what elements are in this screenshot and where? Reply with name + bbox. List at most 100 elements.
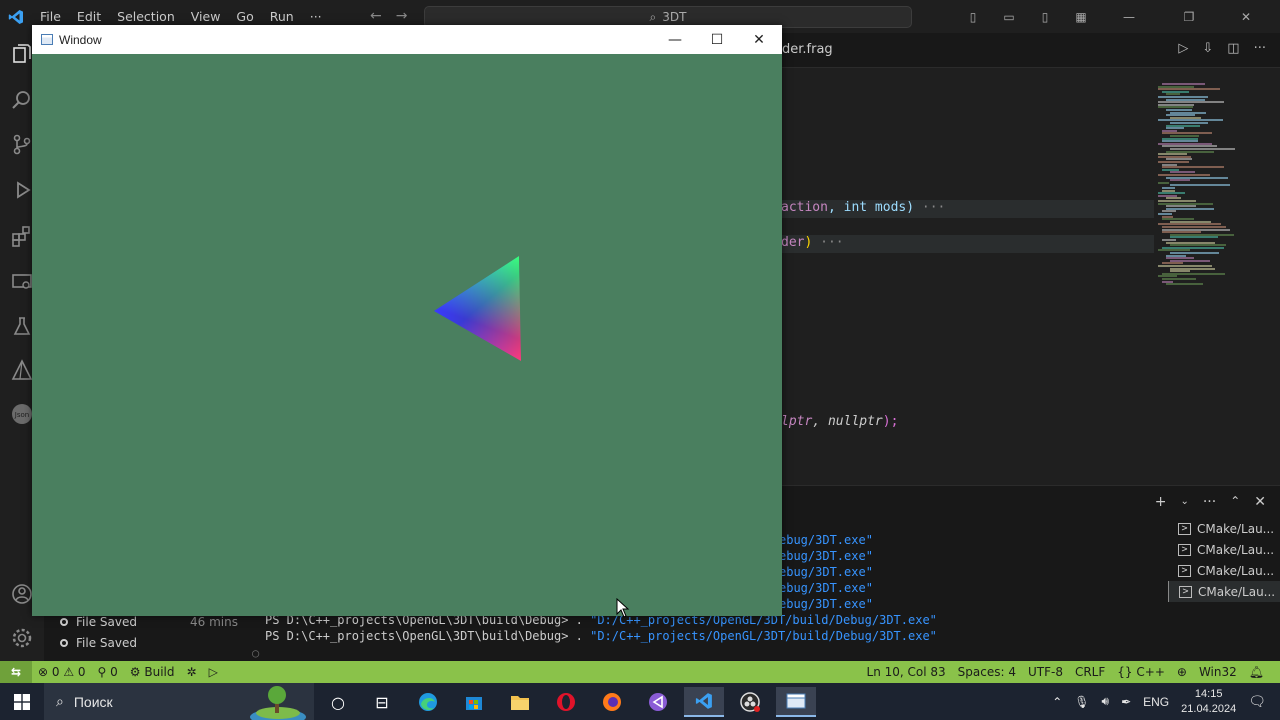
build-button[interactable]: ⚙ Build bbox=[124, 665, 181, 679]
chevron-down-icon[interactable]: ⌄ bbox=[1180, 494, 1188, 510]
opengl-window[interactable]: Window — ☐ ✕ bbox=[32, 25, 782, 616]
task-view-cortana-icon[interactable]: ○ bbox=[318, 687, 358, 717]
code-line-nullptr[interactable]: lptr, nullptr); bbox=[781, 414, 898, 429]
vscode-taskbar-icon[interactable] bbox=[684, 687, 724, 717]
menu-run[interactable]: Run bbox=[262, 9, 302, 24]
input-language[interactable]: ENG bbox=[1143, 695, 1169, 709]
microsoft-store-icon[interactable] bbox=[454, 687, 494, 717]
code-line-shader[interactable]: der) ··· bbox=[781, 235, 844, 250]
opengl-render-canvas[interactable] bbox=[32, 54, 782, 616]
problems-indicator[interactable]: ⊗ 0 ⚠ 0 bbox=[32, 665, 92, 679]
minimap-line bbox=[1170, 179, 1190, 182]
cursor-position[interactable]: Ln 10, Col 83 bbox=[861, 665, 952, 679]
indentation[interactable]: Spaces: 4 bbox=[952, 665, 1022, 679]
terminal-output-line: PS D:\C++_projects\OpenGL\3DT\build\Debu… bbox=[265, 629, 937, 643]
ports-count: 0 bbox=[110, 665, 118, 679]
notifications-icon[interactable]: 🗨︎ bbox=[1248, 693, 1266, 710]
task-view-icon[interactable]: ⊟ bbox=[362, 687, 402, 717]
maximize-icon[interactable]: ☐ bbox=[696, 25, 738, 54]
fold-ellipsis[interactable]: ··· bbox=[922, 200, 945, 215]
menu-more[interactable]: ··· bbox=[302, 9, 330, 24]
menu-edit[interactable]: Edit bbox=[69, 9, 109, 24]
more-actions-icon[interactable]: ··· bbox=[1254, 41, 1266, 56]
run-play-icon[interactable]: ▷ bbox=[203, 665, 224, 679]
encoding[interactable]: UTF-8 bbox=[1022, 665, 1069, 679]
new-terminal-icon[interactable]: + bbox=[1155, 494, 1167, 510]
search-view-icon[interactable] bbox=[10, 89, 34, 113]
panel-actions: + ⌄ ··· ⌃ ✕ bbox=[1155, 494, 1266, 510]
terminal-session[interactable]: > CMake/Lau... bbox=[1168, 560, 1280, 581]
minimize-icon[interactable]: — bbox=[1106, 10, 1152, 24]
toggle-panel-icon[interactable]: ▭ bbox=[998, 10, 1020, 24]
edge-browser-icon[interactable] bbox=[408, 687, 448, 717]
timeline-item[interactable]: File Saved bbox=[60, 615, 137, 629]
remote-indicator-icon[interactable]: ⇆ bbox=[0, 661, 32, 683]
copilot-icon[interactable]: ⊕ bbox=[1171, 665, 1193, 679]
more-actions-icon[interactable]: ··· bbox=[1203, 494, 1216, 510]
start-button[interactable] bbox=[0, 683, 44, 720]
run-file-icon[interactable]: ▷ bbox=[1178, 41, 1188, 56]
firefox-browser-icon[interactable] bbox=[592, 687, 632, 717]
line-ending[interactable]: CRLF bbox=[1069, 665, 1111, 679]
taskbar-search[interactable]: ⌕ Поиск bbox=[44, 683, 314, 720]
extensions-icon[interactable] bbox=[10, 225, 34, 249]
timeline-label: File Saved bbox=[76, 636, 137, 650]
close-icon[interactable]: ✕ bbox=[738, 25, 780, 54]
back-arrow-icon[interactable]: ← bbox=[370, 8, 382, 24]
mouse-cursor-icon bbox=[616, 598, 630, 618]
testing-icon[interactable] bbox=[10, 315, 34, 339]
terminal-session[interactable]: > CMake/Lau... bbox=[1168, 518, 1280, 539]
json-icon[interactable]: Json bbox=[10, 403, 34, 427]
cmake-icon[interactable] bbox=[10, 359, 34, 383]
run-debug-icon[interactable] bbox=[10, 179, 34, 203]
visual-studio-icon[interactable] bbox=[638, 687, 678, 717]
chevron-up-icon[interactable]: ⌃ bbox=[1052, 695, 1062, 709]
window-app-icon bbox=[41, 34, 53, 45]
status-bar: ⇆ ⊗ 0 ⚠ 0 ⚲ 0 ⚙ Build ✲ ▷ Ln 10, Col 83 … bbox=[0, 661, 1280, 683]
language-mode[interactable]: {} C++ bbox=[1111, 665, 1171, 679]
maximize-panel-icon[interactable]: ⌃ bbox=[1230, 494, 1240, 510]
debug-bug-icon[interactable]: ✲ bbox=[181, 665, 203, 679]
ports-indicator[interactable]: ⚲ 0 bbox=[92, 665, 124, 679]
opera-browser-icon[interactable] bbox=[546, 687, 586, 717]
tab-shader-frag[interactable]: der.frag bbox=[782, 42, 833, 57]
customize-layout-icon[interactable]: ▦ bbox=[1070, 10, 1092, 24]
file-explorer-icon[interactable] bbox=[500, 687, 540, 717]
timeline-item[interactable]: File Saved bbox=[60, 636, 137, 650]
close-icon[interactable]: ✕ bbox=[1226, 10, 1266, 24]
open-changes-icon[interactable]: ⇩ bbox=[1202, 41, 1213, 56]
terminal-session-label: CMake/Lau... bbox=[1197, 521, 1275, 536]
code-token: , int mods) bbox=[827, 200, 915, 215]
explorer-icon[interactable] bbox=[10, 43, 34, 67]
restore-icon[interactable]: ❐ bbox=[1166, 10, 1212, 24]
forward-arrow-icon[interactable]: → bbox=[396, 8, 408, 24]
volume-icon[interactable]: 🔊︎ bbox=[1102, 694, 1110, 709]
terminal-session[interactable]: > CMake/Lau... bbox=[1168, 539, 1280, 560]
clock[interactable]: 14:15 21.04.2024 bbox=[1181, 687, 1236, 717]
platform-config[interactable]: Win32 bbox=[1193, 665, 1243, 679]
terminal-session[interactable]: > CMake/Lau... bbox=[1168, 581, 1280, 602]
notifications-bell-icon[interactable]: 🔔︎ bbox=[1243, 665, 1270, 679]
pen-icon[interactable]: ✒ bbox=[1121, 695, 1131, 709]
remote-explorer-icon[interactable] bbox=[10, 271, 34, 295]
settings-gear-icon[interactable] bbox=[10, 627, 34, 651]
source-control-icon[interactable] bbox=[10, 133, 34, 157]
fold-ellipsis[interactable]: ··· bbox=[820, 235, 843, 250]
microphone-icon[interactable]: 🎙︎ bbox=[1074, 695, 1089, 709]
menu-view[interactable]: View bbox=[183, 9, 229, 24]
minimize-icon[interactable]: — bbox=[654, 25, 696, 54]
account-icon[interactable] bbox=[10, 583, 34, 607]
minimap[interactable] bbox=[1158, 83, 1268, 286]
toggle-sidebar-icon[interactable]: ▯ bbox=[962, 10, 984, 24]
menu-file[interactable]: File bbox=[32, 9, 69, 24]
menu-go[interactable]: Go bbox=[228, 9, 261, 24]
code-line-callback[interactable]: action, int mods) ··· bbox=[781, 200, 945, 215]
opengl-window-titlebar[interactable]: Window — ☐ ✕ bbox=[32, 25, 782, 54]
obs-studio-icon[interactable] bbox=[730, 687, 770, 717]
toggle-secondary-sidebar-icon[interactable]: ▯ bbox=[1034, 10, 1056, 24]
menu-selection[interactable]: Selection bbox=[109, 9, 183, 24]
split-editor-icon[interactable]: ◫ bbox=[1227, 41, 1239, 56]
terminal-icon: > bbox=[1178, 543, 1191, 556]
opengl-window-taskbar-icon[interactable] bbox=[776, 687, 816, 717]
close-panel-icon[interactable]: ✕ bbox=[1254, 494, 1266, 510]
